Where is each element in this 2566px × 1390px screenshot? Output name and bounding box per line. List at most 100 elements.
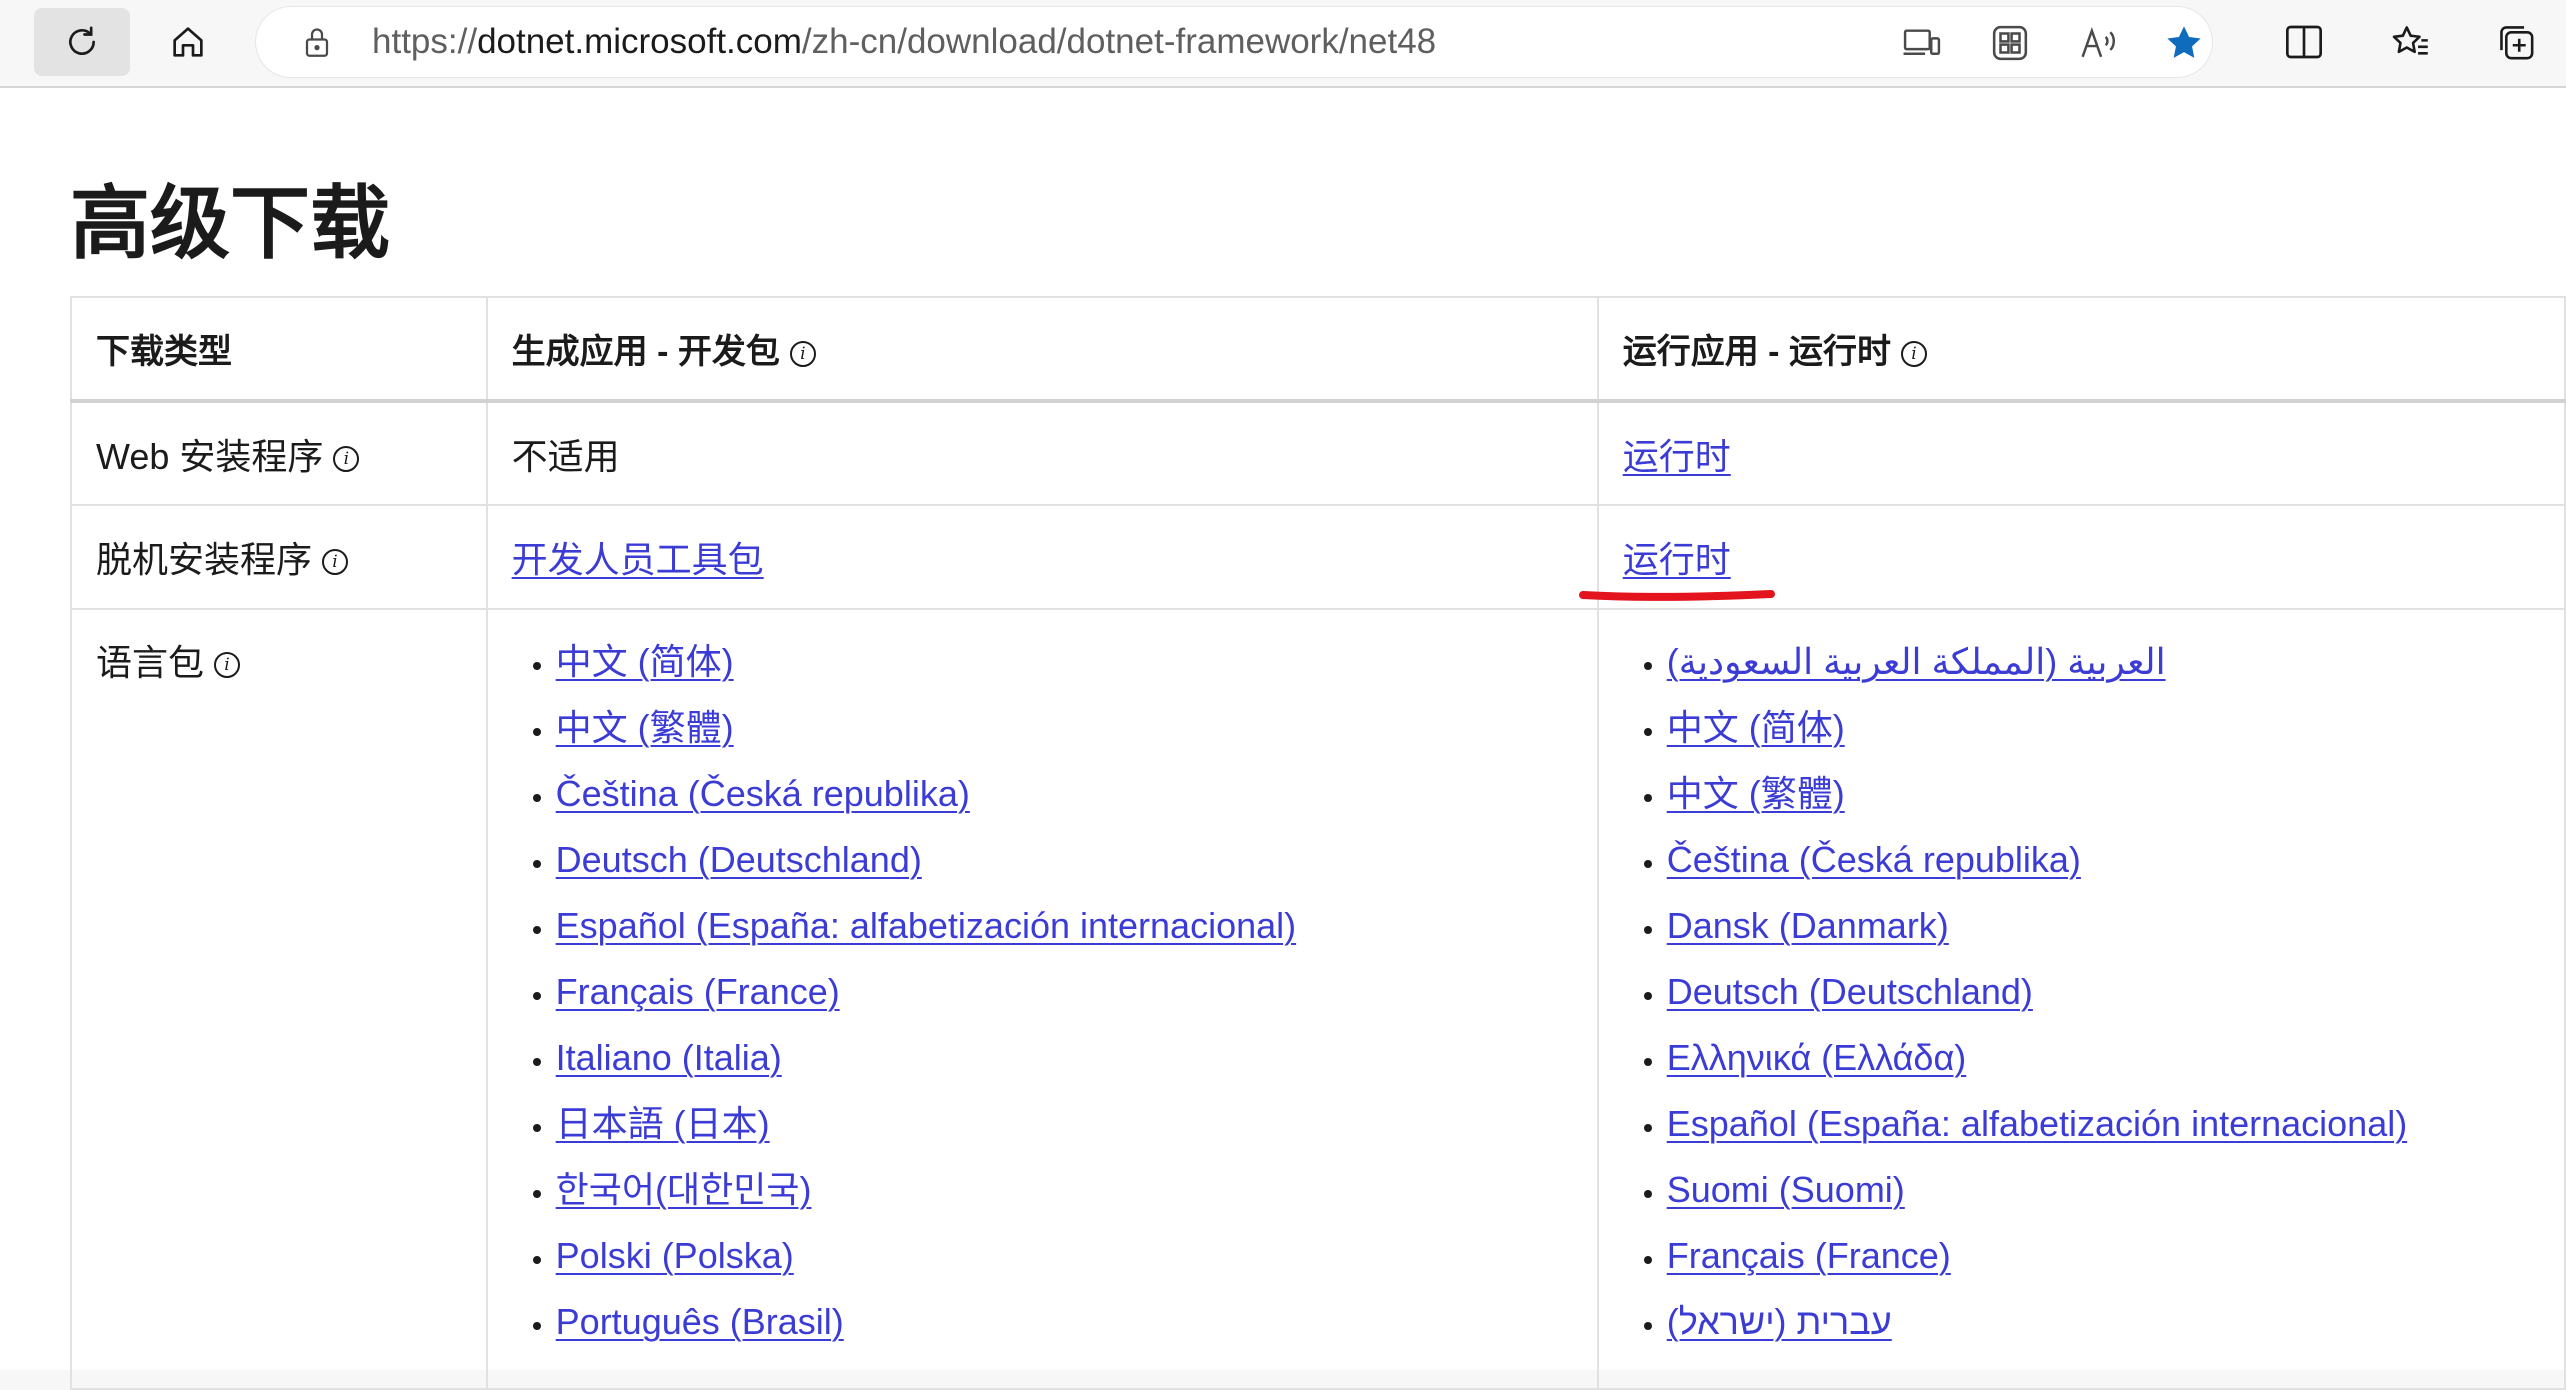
info-icon[interactable]: i bbox=[333, 445, 360, 472]
runtime-lang-link[interactable]: Ελληνικά (Ελλάδα) bbox=[1667, 1037, 1967, 1078]
runtime-cell: 运行时 bbox=[1596, 400, 2566, 506]
header-label: 运行应用 - 运行时 bbox=[1622, 333, 1891, 371]
dev-lang-link[interactable]: Polski (Polska) bbox=[556, 1235, 794, 1276]
header-download-type: 下载类型 bbox=[70, 296, 488, 403]
row-label-text: Web 安装程序 bbox=[96, 435, 324, 477]
dev-lang-link[interactable]: 日本語 (日本) bbox=[556, 1103, 770, 1144]
list-item: Español (España: alfabetización internac… bbox=[1667, 1094, 2540, 1160]
runtime-lang-link[interactable]: Suomi (Suomi) bbox=[1667, 1169, 1905, 1210]
url-host: dotnet.microsoft.com bbox=[477, 22, 802, 61]
list-item: 中文 (简体) bbox=[1667, 698, 2540, 764]
dev-lang-link[interactable]: Français (France) bbox=[556, 971, 840, 1012]
table-row-web-installer: Web 安装程序 i 不适用 运行时 bbox=[70, 400, 2566, 506]
header-label: 下载类型 bbox=[96, 333, 232, 371]
list-item: 中文 (简体) bbox=[556, 632, 1573, 698]
app-available-icon[interactable] bbox=[1988, 21, 2032, 65]
downloads-table: 下载类型 生成应用 - 开发包 i 运行应用 - 运行时 i Web 安装程序 i 不… bbox=[70, 296, 2566, 1390]
not-applicable-text: 不适用 bbox=[511, 435, 620, 477]
dev-language-list: 中文 (简体) 中文 (繁體) Čeština (Česká republika… bbox=[512, 632, 1573, 1358]
read-aloud-icon[interactable] bbox=[2076, 21, 2120, 65]
runtime-langs-cell: العربية (المملكة العربية السعودية) 中文 (简… bbox=[1596, 608, 2566, 1390]
url-text[interactable]: https://dotnet.microsoft.com/zh-cn/downl… bbox=[372, 7, 1436, 77]
dev-lang-link[interactable]: Čeština (Česká republika) bbox=[556, 773, 970, 814]
dev-lang-link[interactable]: 中文 (简体) bbox=[556, 641, 734, 682]
header-label: 生成应用 - 开发包 bbox=[511, 333, 780, 371]
collections-icon bbox=[2500, 26, 2534, 60]
runtime-lang-link[interactable]: Čeština (Česká republika) bbox=[1667, 839, 2081, 880]
runtime-lang-link[interactable]: עברית (ישראל) bbox=[1667, 1301, 1892, 1342]
runtime-lang-link[interactable]: 中文 (繁體) bbox=[1667, 773, 1845, 814]
home-button[interactable] bbox=[140, 8, 236, 76]
list-item: Čeština (Česká republika) bbox=[1667, 830, 2540, 896]
info-icon[interactable]: i bbox=[1900, 341, 1927, 368]
list-item: 中文 (繁體) bbox=[1667, 764, 2540, 830]
runtime-lang-link[interactable]: العربية (المملكة العربية السعودية) bbox=[1667, 641, 2166, 682]
dev-lang-link[interactable]: Español (España: alfabetización internac… bbox=[556, 905, 1296, 946]
list-item: Español (España: alfabetización internac… bbox=[556, 896, 1573, 962]
list-item: Polski (Polska) bbox=[556, 1226, 1573, 1292]
table-header-row: 下载类型 生成应用 - 开发包 i 运行应用 - 运行时 i bbox=[70, 296, 2566, 403]
list-item: עברית (ישראל) bbox=[1667, 1292, 2540, 1358]
list-item: Deutsch (Deutschland) bbox=[1667, 962, 2540, 1028]
runtime-cell: 运行时 bbox=[1578, 504, 2566, 610]
list-item: Français (France) bbox=[556, 962, 1573, 1028]
list-item: Italiano (Italia) bbox=[556, 1028, 1573, 1094]
dev-lang-link[interactable]: Italiano (Italia) bbox=[556, 1037, 782, 1078]
list-item: Français (France) bbox=[1667, 1226, 2540, 1292]
row-label: 脱机安装程序 i bbox=[70, 504, 488, 610]
runtime-lang-link[interactable]: Français (France) bbox=[1667, 1235, 1951, 1276]
list-item: Suomi (Suomi) bbox=[1667, 1160, 2540, 1226]
split-screen-button[interactable] bbox=[2264, 8, 2344, 76]
dev-langs-cell: 中文 (简体) 中文 (繁體) Čeština (Česká republika… bbox=[485, 608, 1599, 1390]
favorites-button[interactable] bbox=[2370, 8, 2450, 76]
favorite-star-icon[interactable] bbox=[2162, 21, 2206, 65]
table-row-offline-installer: 脱机安装程序 i 开发人员工具包 运行时 bbox=[70, 504, 2566, 610]
dev-lang-link[interactable]: Deutsch (Deutschland) bbox=[556, 839, 922, 880]
url-prefix: https:// bbox=[372, 22, 478, 61]
header-runtime: 运行应用 - 运行时 i bbox=[1596, 296, 2566, 403]
page-title: 高级下载 bbox=[70, 179, 390, 268]
runtime-lang-link[interactable]: Deutsch (Deutschland) bbox=[1667, 971, 2033, 1012]
lock-icon bbox=[302, 25, 332, 63]
list-item: Dansk (Danmark) bbox=[1667, 896, 2540, 962]
page-content: 高级下载 下载类型 生成应用 - 开发包 i 运行应用 - 运行时 i Web 安装… bbox=[0, 88, 2566, 1390]
address-bar[interactable]: https://dotnet.microsoft.com/zh-cn/downl… bbox=[256, 7, 2212, 77]
runtime-lang-link[interactable]: Español (España: alfabetización internac… bbox=[1667, 1103, 2407, 1144]
dev-cell: 开发人员工具包 bbox=[485, 504, 1599, 610]
favorites-icon bbox=[2392, 26, 2428, 55]
developer-pack-link[interactable]: 开发人员工具包 bbox=[512, 539, 764, 580]
list-item: Português (Brasil) bbox=[556, 1292, 1573, 1358]
highlighted-link-wrap: 运行时 bbox=[1578, 531, 1775, 601]
dev-lang-link[interactable]: Português (Brasil) bbox=[556, 1301, 844, 1342]
refresh-icon bbox=[69, 26, 95, 55]
split-screen-icon bbox=[2286, 25, 2322, 59]
row-label: Web 安装程序 i bbox=[70, 400, 488, 506]
runtime-lang-link[interactable]: Dansk (Danmark) bbox=[1667, 905, 1949, 946]
list-item: 中文 (繁體) bbox=[556, 698, 1573, 764]
dev-cell: 不适用 bbox=[485, 400, 1599, 506]
info-icon[interactable]: i bbox=[322, 549, 349, 576]
refresh-button[interactable] bbox=[34, 8, 130, 76]
url-path: /zh-cn/download/dotnet-framework/net48 bbox=[801, 22, 1437, 61]
offline-runtime-link[interactable]: 运行时 bbox=[1623, 539, 1731, 580]
browser-toolbar: https://dotnet.microsoft.com/zh-cn/downl… bbox=[0, 0, 2566, 88]
row-label-text: 语言包 bbox=[96, 642, 205, 683]
list-item: 日本語 (日本) bbox=[556, 1094, 1573, 1160]
list-item: Ελληνικά (Ελλάδα) bbox=[1667, 1028, 2540, 1094]
device-icon[interactable] bbox=[1900, 21, 1944, 65]
header-dev-pack: 生成应用 - 开发包 i bbox=[485, 296, 1599, 403]
web-runtime-link[interactable]: 运行时 bbox=[1623, 436, 1731, 477]
info-icon[interactable]: i bbox=[789, 341, 816, 368]
dev-lang-link[interactable]: 한국어(대한민국) bbox=[556, 1169, 812, 1210]
dev-lang-link[interactable]: 中文 (繁體) bbox=[556, 707, 734, 748]
runtime-lang-link[interactable]: 中文 (简体) bbox=[1667, 707, 1845, 748]
list-item: Čeština (Česká republika) bbox=[556, 764, 1573, 830]
runtime-language-list: العربية (المملكة العربية السعودية) 中文 (简… bbox=[1623, 632, 2540, 1358]
home-icon bbox=[173, 27, 203, 57]
list-item: 한국어(대한민국) bbox=[556, 1160, 1573, 1226]
collections-button[interactable] bbox=[2476, 8, 2556, 76]
info-icon[interactable]: i bbox=[214, 652, 241, 679]
row-label-text: 脱机安装程序 bbox=[96, 539, 313, 580]
red-underline-annotation bbox=[1578, 590, 1775, 601]
list-item: العربية (المملكة العربية السعودية) bbox=[1667, 632, 2540, 698]
